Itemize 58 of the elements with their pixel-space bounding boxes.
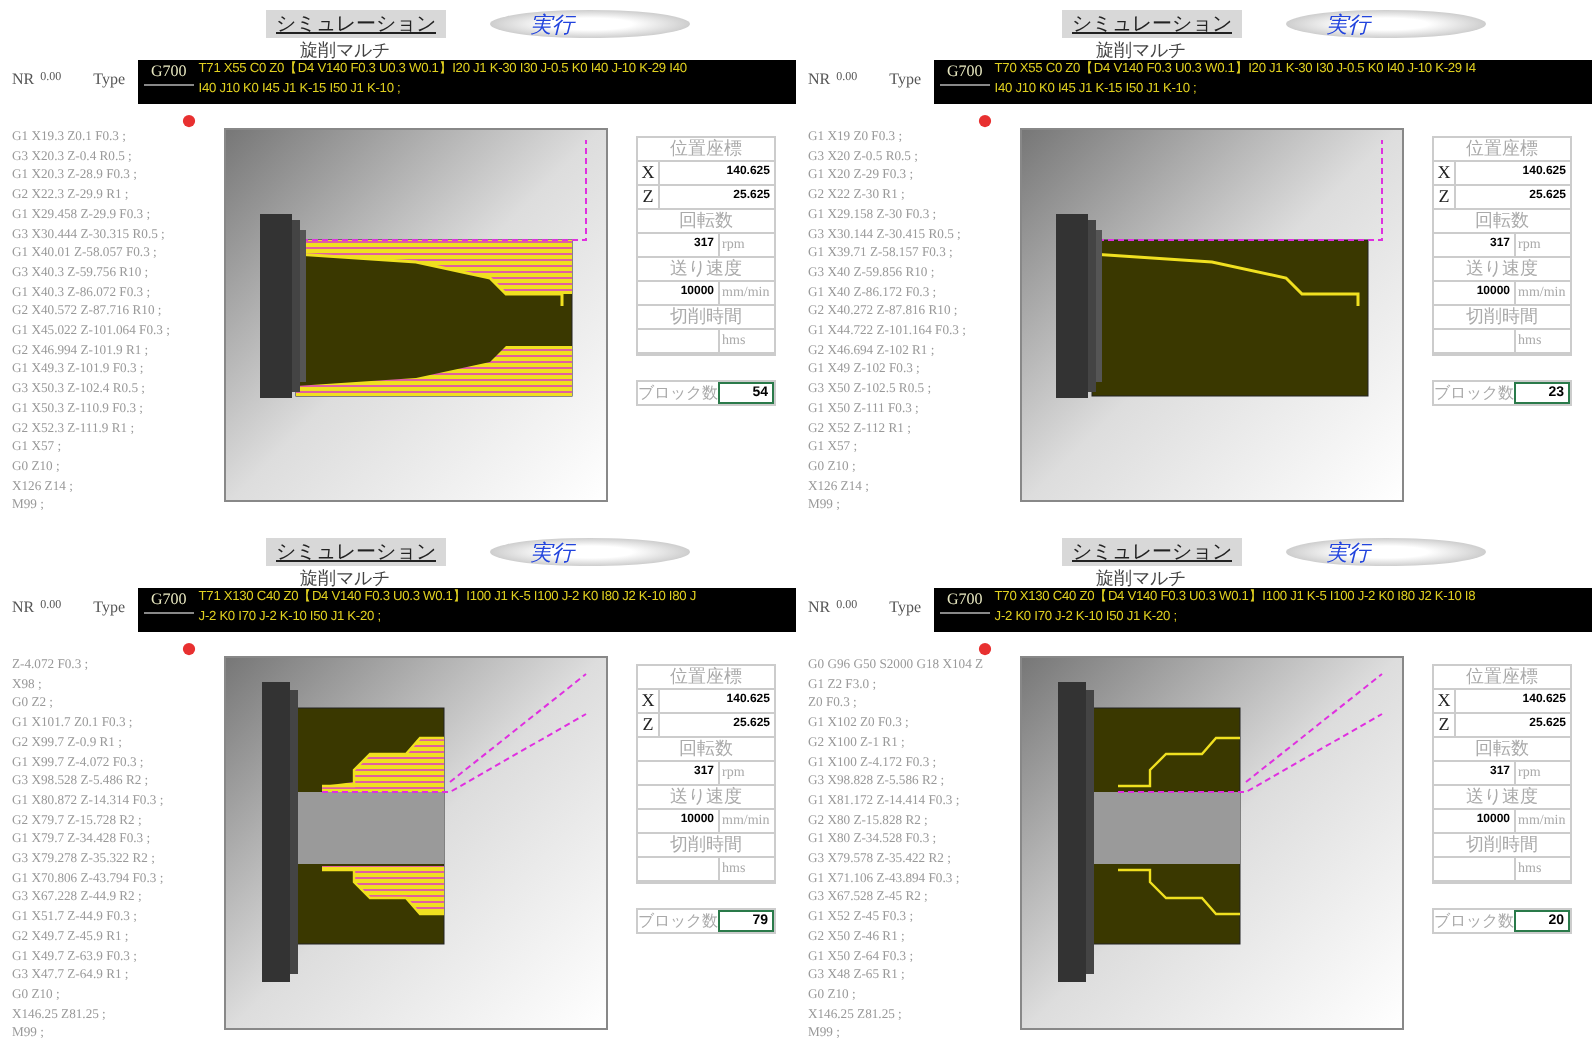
axis-label: Z — [1434, 714, 1456, 736]
readout-heading: 切削時間 — [638, 834, 774, 858]
simulation-title: シミュレーション — [1062, 538, 1242, 566]
simulation-title: シミュレーション — [266, 10, 446, 38]
type-code: G700 — [939, 60, 991, 86]
axis-label: Z — [638, 186, 660, 208]
position-heading: 位置座標 — [1434, 666, 1570, 690]
type-code: G700 — [143, 60, 195, 86]
axis-label: X — [638, 690, 660, 712]
mode-subtitle: 旋削マルチ — [1095, 40, 1188, 60]
run-button[interactable]: 実行 — [1286, 10, 1486, 38]
position-heading: 位置座標 — [638, 138, 774, 162]
position-heading: 位置座標 — [1434, 138, 1570, 162]
readout-heading: 回転数 — [638, 210, 774, 234]
readout-heading: 回転数 — [1434, 210, 1570, 234]
axis-label: Z — [638, 714, 660, 736]
run-button[interactable]: 実行 — [490, 10, 690, 38]
contour-line — [1118, 736, 1240, 788]
type-code: G700 — [143, 588, 195, 614]
readout-heading: 切削時間 — [1434, 306, 1570, 330]
type-label: Type — [889, 70, 922, 88]
block-count-label: ブロック数 — [638, 382, 718, 404]
readout-heading: 送り速度 — [1434, 786, 1570, 810]
nr-label: NR — [808, 70, 831, 88]
readout-heading: 送り速度 — [1434, 258, 1570, 282]
status-dot-icon — [182, 114, 196, 128]
nr-label: NR — [808, 598, 831, 616]
axis-label: Z — [1434, 186, 1456, 208]
run-button[interactable]: 実行 — [490, 538, 690, 566]
readout-heading: 切削時間 — [638, 306, 774, 330]
position-heading: 位置座標 — [638, 666, 774, 690]
type-label: Type — [889, 598, 922, 616]
axis-label: X — [1434, 690, 1456, 712]
block-count-label: ブロック数 — [1434, 910, 1514, 932]
mode-subtitle: 旋削マルチ — [298, 568, 392, 588]
nr-label: NR — [12, 70, 35, 88]
axis-label: X — [1434, 162, 1456, 184]
type-code: G700 — [939, 588, 991, 614]
block-count-label: ブロック数 — [638, 910, 718, 932]
readout-heading: 回転数 — [638, 738, 774, 762]
type-label: Type — [93, 598, 126, 616]
type-label: Type — [93, 70, 126, 88]
readout-heading: 切削時間 — [1434, 834, 1570, 858]
mode-subtitle: 旋削マルチ — [299, 40, 392, 60]
nr-label: NR — [12, 598, 35, 616]
readout-heading: 回転数 — [1434, 738, 1570, 762]
mode-subtitle: 旋削マルチ — [1094, 568, 1188, 588]
status-dot-icon — [182, 642, 196, 656]
block-count-label: ブロック数 — [1434, 382, 1514, 404]
readout-heading: 送り速度 — [638, 786, 774, 810]
axis-label: X — [638, 162, 660, 184]
simulation-title: シミュレーション — [266, 538, 446, 566]
run-button[interactable]: 実行 — [1286, 538, 1486, 566]
simulation-title: シミュレーション — [1062, 10, 1242, 38]
readout-heading: 送り速度 — [638, 258, 774, 282]
status-dot-icon — [978, 114, 992, 128]
status-dot-icon — [978, 642, 992, 656]
contour-line — [1118, 868, 1240, 916]
